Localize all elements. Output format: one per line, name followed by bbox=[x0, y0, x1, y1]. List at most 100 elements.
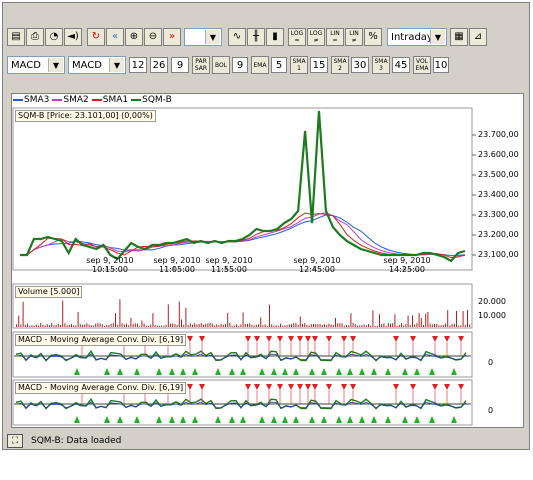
volume-bar bbox=[192, 324, 193, 327]
x-tick-date: sep 9, 2010 bbox=[205, 256, 253, 265]
volume-bar bbox=[93, 325, 94, 327]
vol-ema-button[interactable]: VOL EMA bbox=[413, 56, 431, 74]
ema-button[interactable]: EMA bbox=[251, 56, 269, 74]
volume-bar bbox=[414, 324, 416, 327]
volume-bar bbox=[255, 324, 257, 327]
bar-chart-icon[interactable]: ╫ bbox=[247, 28, 265, 46]
volume-bar bbox=[469, 324, 471, 327]
bol-field[interactable]: 9 bbox=[232, 57, 248, 73]
refresh-icon[interactable]: ↻ bbox=[87, 28, 105, 46]
macd-fast-field[interactable]: 12 bbox=[129, 57, 147, 73]
volume-bar bbox=[174, 324, 176, 327]
log-equal-button[interactable]: LOG = bbox=[288, 28, 306, 46]
sma2-field[interactable]: 30 bbox=[351, 57, 369, 73]
volume-bar bbox=[451, 323, 453, 327]
volume-bar bbox=[251, 324, 253, 327]
volume-bar bbox=[260, 317, 262, 327]
volume-bar bbox=[427, 311, 429, 327]
sound-icon[interactable]: ◄) bbox=[64, 28, 82, 46]
x-tick-label: sep 9, 2010 12:45:00 bbox=[292, 256, 342, 274]
volume-bar bbox=[442, 324, 444, 327]
volume-tick-2: 10.000 bbox=[478, 311, 506, 320]
volume-bar bbox=[412, 315, 413, 327]
volume-bar bbox=[409, 325, 411, 327]
y-grid bbox=[472, 134, 476, 256]
bol-button[interactable]: BOL bbox=[212, 56, 230, 74]
indicator2-select[interactable]: MACD ▼ bbox=[68, 56, 126, 74]
volume-bar bbox=[438, 325, 440, 327]
sma1-field[interactable]: 15 bbox=[310, 57, 328, 73]
sma2-button[interactable]: SMA 2 bbox=[331, 56, 349, 74]
percent-label: % bbox=[368, 31, 378, 42]
volume-bar bbox=[154, 325, 156, 327]
period-select[interactable]: Intraday ▼ bbox=[387, 28, 447, 46]
indicator-toolbar: MACD ▼ MACD ▼ 12 26 9 PAR SAR BOL 9 EMA … bbox=[7, 55, 452, 75]
volume-bar bbox=[306, 324, 308, 327]
zoom-out-icon[interactable]: ⊖ bbox=[144, 28, 162, 46]
volume-bar bbox=[27, 323, 28, 327]
volume-bar bbox=[456, 311, 457, 327]
ema-field[interactable]: 5 bbox=[271, 57, 287, 73]
ema-value: 5 bbox=[275, 59, 283, 71]
volume-bar bbox=[132, 323, 134, 327]
vol-ema-field[interactable]: 10 bbox=[433, 57, 449, 73]
chart-window-icon[interactable]: ▤ bbox=[7, 28, 25, 46]
volume-bar bbox=[130, 317, 132, 327]
parsar-button[interactable]: PAR SAR bbox=[192, 56, 210, 74]
sma2-value: 30 bbox=[353, 59, 367, 71]
x-tick-date: sep 9, 2010 bbox=[383, 256, 431, 265]
volume-bar bbox=[343, 325, 345, 327]
timer-icon[interactable]: ◔ bbox=[45, 28, 63, 46]
volume-bar bbox=[62, 300, 64, 327]
print-icon[interactable]: ⎙ bbox=[26, 28, 44, 46]
percent-button[interactable]: % bbox=[364, 28, 382, 46]
macd1-panel-title: MACD - Moving Average Conv. Div. [6,19] bbox=[15, 334, 187, 346]
palette-icon[interactable]: ▦ bbox=[450, 28, 468, 46]
y-tick-label: 23.300,00 bbox=[478, 210, 519, 219]
candlestick-icon[interactable]: ▮ bbox=[266, 28, 284, 46]
volume-bar bbox=[187, 324, 189, 327]
volume-bar bbox=[99, 323, 101, 327]
volume-bar bbox=[370, 325, 372, 327]
lin-equal-button[interactable]: LIN = bbox=[326, 28, 344, 46]
volume-bar bbox=[143, 323, 145, 327]
volume-bar bbox=[57, 323, 59, 327]
volume-bar bbox=[53, 325, 55, 327]
volume-bar bbox=[203, 324, 204, 327]
volume-bar bbox=[60, 324, 61, 327]
line-chart-icon[interactable]: ∿ bbox=[228, 28, 246, 46]
fast-forward-icon[interactable]: » bbox=[163, 28, 181, 46]
volume-bar bbox=[73, 325, 75, 327]
volume-bar bbox=[376, 325, 378, 327]
zoom-in-icon[interactable]: ⊕ bbox=[125, 28, 143, 46]
chart-settings-icon[interactable]: ⊿ bbox=[469, 28, 487, 46]
volume-bar bbox=[464, 325, 466, 327]
volume-bar bbox=[24, 324, 26, 327]
volume-bar bbox=[126, 323, 127, 327]
volume-bar bbox=[90, 325, 92, 327]
volume-bar bbox=[181, 319, 182, 327]
indicator1-select[interactable]: MACD ▼ bbox=[7, 56, 65, 74]
rewind-icon[interactable]: « bbox=[106, 28, 124, 46]
volume-bar bbox=[22, 301, 24, 327]
sma1-button[interactable]: SMA 1 bbox=[290, 56, 308, 74]
empty-select[interactable]: ▼ bbox=[184, 28, 222, 46]
volume-bar bbox=[264, 324, 266, 327]
sma3-field[interactable]: 45 bbox=[392, 57, 410, 73]
volume-bar bbox=[145, 325, 147, 327]
sma3-button[interactable]: SMA 3 bbox=[372, 56, 390, 74]
volume-bar bbox=[363, 324, 365, 327]
log-notequal-button[interactable]: LOG ≠ bbox=[307, 28, 325, 46]
x-tick-date: sep 9, 2010 bbox=[86, 256, 134, 265]
volume-bar bbox=[383, 323, 385, 327]
volume-bar bbox=[214, 325, 215, 327]
macd-signal-field[interactable]: 9 bbox=[171, 57, 189, 73]
lin-notequal-button[interactable]: LIN ≠ bbox=[345, 28, 363, 46]
macd-slow-field[interactable]: 26 bbox=[150, 57, 168, 73]
volume-bar bbox=[79, 324, 81, 327]
volume-bar bbox=[299, 316, 301, 327]
chart-panel[interactable]: SMA3 SMA2 SMA1 SQM-B SQM-B [Price: 23.10… bbox=[11, 93, 524, 428]
sma1-sub: 1 bbox=[297, 65, 301, 72]
volume-bar bbox=[288, 324, 290, 327]
sma1-label: SMA bbox=[292, 58, 306, 65]
